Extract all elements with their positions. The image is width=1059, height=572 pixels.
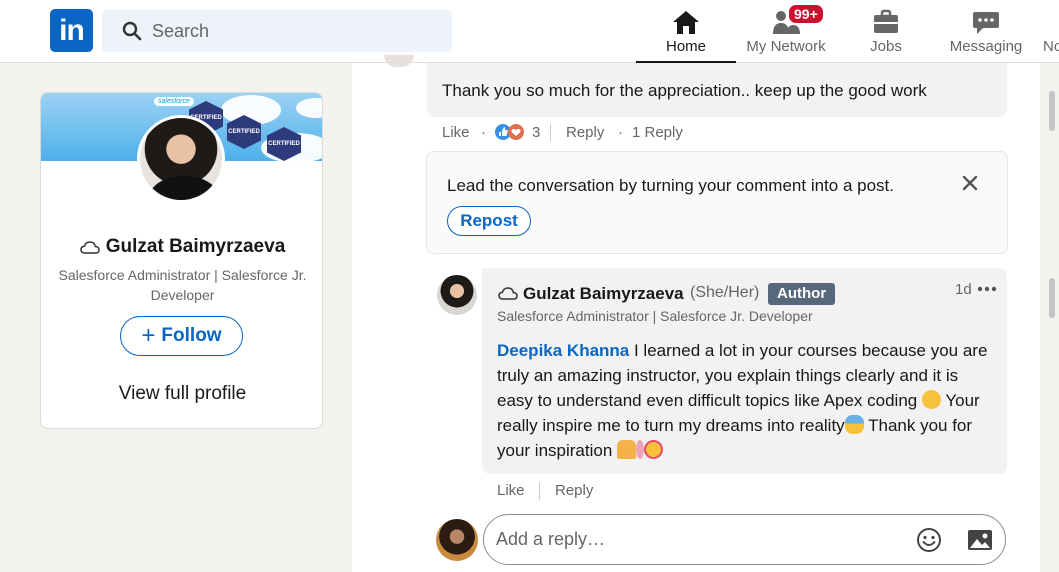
profile-avatar[interactable] — [137, 115, 225, 203]
follow-button[interactable]: + Follow — [120, 316, 243, 356]
reply-text: Deepika Khanna I learned a lot in your c… — [497, 338, 995, 463]
nav-my-network[interactable]: 99+ My Network — [737, 0, 835, 63]
pronouns: (She/Her) — [690, 284, 760, 301]
search-input[interactable] — [152, 10, 442, 52]
nav-messaging[interactable]: Messaging — [945, 0, 1027, 63]
reply-button[interactable]: Reply — [555, 482, 593, 499]
reply-author-headline: Salesforce Administrator | Salesforce Jr… — [497, 308, 813, 324]
briefcase-icon — [874, 9, 898, 33]
smiling-hearts-emoji-icon — [644, 440, 664, 459]
view-full-profile-link[interactable]: View full profile — [41, 383, 322, 405]
like-button[interactable]: Like — [442, 124, 470, 141]
nav-label: Jobs — [870, 38, 902, 55]
separator-dot: · — [618, 124, 623, 141]
nav-jobs[interactable]: Jobs — [846, 0, 926, 63]
profile-name[interactable]: Gulzat Baimyrzaeva — [41, 236, 322, 258]
reply-bubble: Gulzat Baimyrzaeva (She/Her) Author 1d S… — [482, 268, 1007, 474]
repost-prompt: Lead the conversation by turning your co… — [426, 151, 1008, 254]
more-options-icon[interactable] — [977, 286, 997, 292]
image-icon — [968, 530, 992, 550]
follow-label: Follow — [161, 325, 222, 346]
salesforce-logo: salesforce — [154, 97, 194, 106]
comment-bubble: Thank you so much for the appreciation..… — [427, 63, 1007, 117]
nav-home[interactable]: Home — [636, 0, 736, 63]
reply-author-avatar[interactable] — [437, 275, 477, 315]
reactions-icon[interactable] — [494, 123, 526, 141]
scrollbar[interactable] — [1045, 63, 1059, 572]
praying-hands-emoji-icon — [617, 440, 637, 459]
scroll-thumb[interactable] — [1049, 91, 1055, 131]
profile-card: salesforce CERTIFIED CERTIFIED CERTIFIED… — [40, 92, 323, 429]
reply-author-name-text: Gulzat Baimyrzaeva — [523, 284, 684, 303]
repost-message: Lead the conversation by turning your co… — [447, 176, 894, 195]
reaction-count[interactable]: 3 — [532, 124, 540, 141]
sparkle-emoji-icon — [636, 440, 645, 459]
cloud-icon — [498, 287, 518, 300]
author-badge: Author — [768, 283, 836, 305]
profile-name-text: Gulzat Baimyrzaeva — [105, 236, 286, 257]
nav-notifications[interactable]: No — [1038, 0, 1059, 63]
search-bar[interactable] — [102, 10, 452, 52]
reply-timestamp: 1d — [955, 281, 972, 298]
cloud-icon — [79, 241, 100, 254]
nav-label: My Network — [746, 38, 826, 55]
plus-icon: + — [141, 322, 156, 349]
like-button[interactable]: Like — [497, 482, 525, 499]
scroll-thumb[interactable] — [1049, 278, 1055, 318]
current-user-avatar[interactable] — [436, 519, 478, 561]
top-nav: in Home 99+ My Network Jobs — [0, 0, 1059, 63]
reply-button[interactable]: Reply — [566, 124, 604, 141]
reply-input[interactable] — [496, 515, 906, 564]
close-button[interactable] — [959, 172, 981, 194]
repost-button[interactable]: Repost — [447, 206, 531, 236]
linkedin-logo[interactable]: in — [50, 9, 93, 52]
nav-label: No — [1043, 38, 1059, 55]
sunglasses-emoji-icon — [844, 415, 864, 434]
messaging-icon — [973, 12, 999, 34]
comment-text: Thank you so much for the appreciation..… — [442, 81, 927, 100]
reply-composer[interactable] — [483, 514, 1006, 565]
notification-badge: 99+ — [787, 3, 825, 25]
home-icon — [673, 11, 699, 34]
smile-emoji-icon — [921, 390, 941, 409]
image-button[interactable] — [966, 527, 994, 553]
mention-link[interactable]: Deepika Khanna — [497, 341, 629, 360]
nav-label: Messaging — [949, 38, 1023, 55]
profile-headline: Salesforce Administrator | Salesforce Jr… — [58, 267, 307, 303]
nav-label: Home — [665, 38, 706, 55]
emoji-button[interactable] — [916, 527, 942, 553]
search-icon — [122, 21, 142, 41]
reply-author-name[interactable]: Gulzat Baimyrzaeva — [498, 284, 684, 304]
close-icon — [962, 175, 978, 191]
emoji-icon — [917, 528, 941, 552]
separator-dot: · — [481, 124, 486, 141]
replies-count-link[interactable]: 1 Reply — [632, 124, 683, 141]
